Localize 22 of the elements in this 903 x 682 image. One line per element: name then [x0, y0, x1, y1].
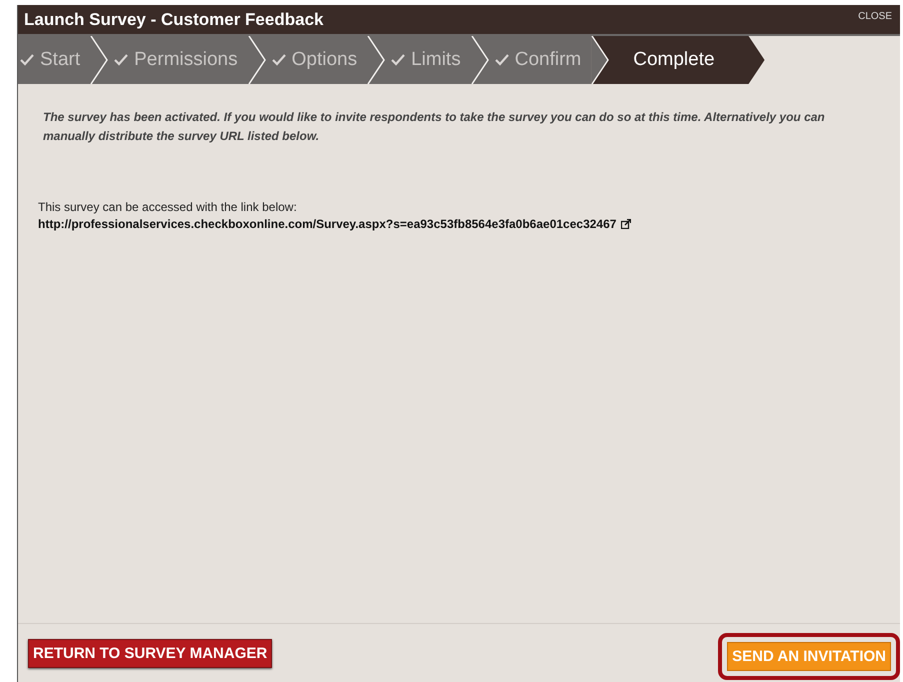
window-title: Launch Survey - Customer Feedback	[24, 10, 324, 30]
chevron-separator	[367, 36, 388, 84]
check-icon	[114, 54, 128, 66]
close-button[interactable]: CLOSE	[858, 11, 892, 22]
return-button[interactable]: RETURN TO SURVEY MANAGER	[28, 638, 272, 668]
chevron-separator	[248, 36, 268, 84]
chevron-separator	[90, 36, 110, 84]
wizard-step[interactable]: Start	[18, 36, 90, 84]
activation-message: The survey has been activated. If you would like to invite respondents to take the survey you can do so at this time. Alternatively you can manually distribute the survey URL listed below.	[43, 109, 826, 145]
link-label: This survey can be accessed with the link below:	[38, 200, 298, 214]
check-icon	[391, 54, 406, 66]
wizard-step[interactable]: Options	[248, 36, 368, 84]
check-icon	[494, 54, 509, 66]
external-link-icon[interactable]	[621, 219, 632, 229]
survey-link[interactable]: http://professionalservices.checkboxonline.com/Survey.aspx?s=ea93c53fb8564e3fa0b6ae01cec32467	[38, 217, 616, 231]
chevron-separator	[470, 36, 491, 84]
check-icon	[20, 54, 34, 66]
send-invitation-button[interactable]: SEND AN INVITATION	[727, 642, 891, 670]
check-icon	[272, 54, 286, 66]
wizard-step[interactable]: Permissions	[90, 36, 248, 84]
wizard-step[interactable]: Complete	[591, 36, 765, 84]
wizard-step[interactable]: Limits	[367, 36, 471, 84]
